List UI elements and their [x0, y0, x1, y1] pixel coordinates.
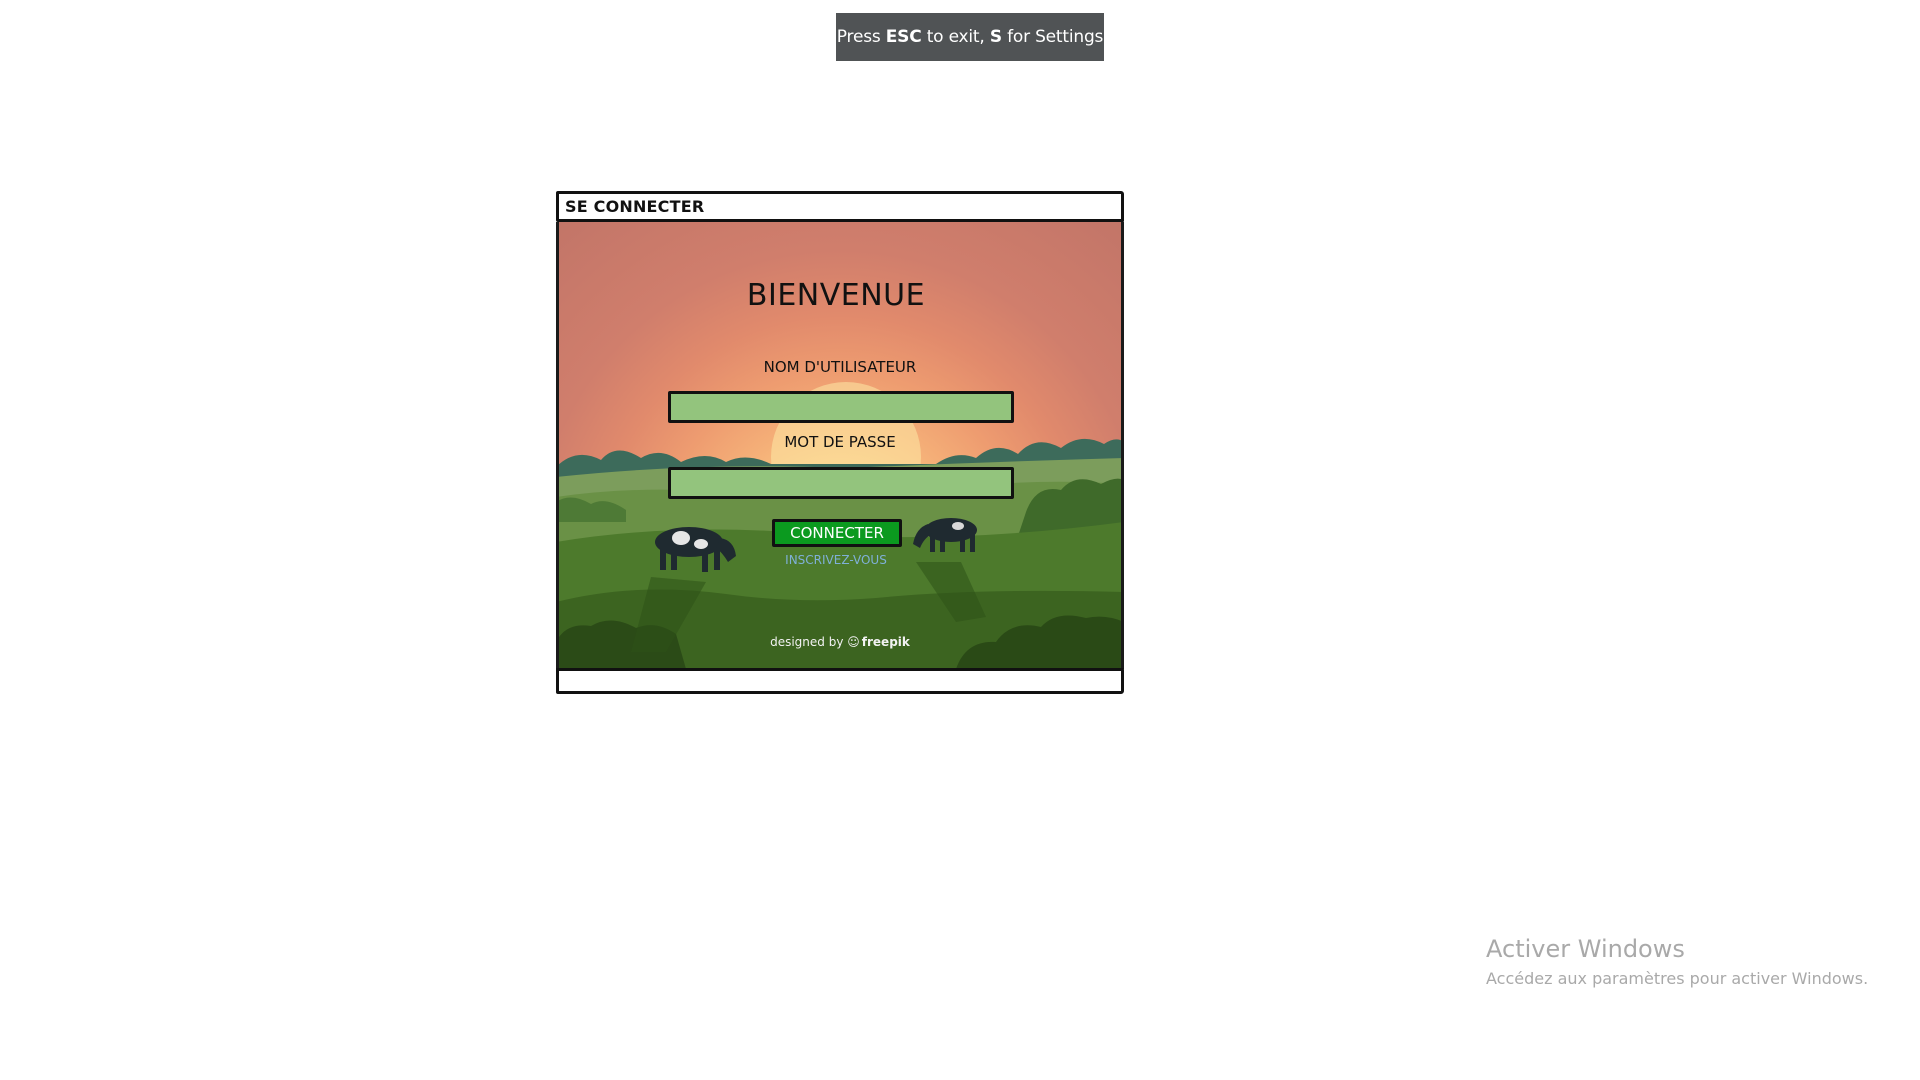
- activation-title: Activer Windows: [1486, 935, 1685, 963]
- login-form: BIENVENUE NOM D'UTILISATEUR MOT DE PASSE…: [556, 222, 1124, 669]
- designer-credit: designed by ☺ freepik: [556, 635, 1124, 649]
- hint-s-text: for Settings: [1007, 27, 1104, 47]
- freepik-logo-icon: ☺: [847, 635, 860, 649]
- credit-brand: freepik: [861, 635, 910, 649]
- window-titlebar: SE CONNECTER: [556, 191, 1124, 222]
- windows-activation-watermark: Activer Windows Accédez aux paramètres p…: [1486, 934, 1868, 991]
- connect-button[interactable]: CONNECTER: [772, 519, 902, 547]
- window-footer-bar: [556, 668, 1124, 694]
- hint-press: Press: [836, 27, 881, 47]
- hint-esc-key: ESC: [885, 27, 922, 47]
- hint-esc-text: to exit,: [926, 27, 985, 47]
- password-input[interactable]: [668, 467, 1014, 499]
- hint-s-key: S: [989, 27, 1002, 47]
- login-window: SE CONNECTER BIENVENUE NOM D'UTILISATEUR…: [556, 191, 1124, 694]
- welcome-heading: BIENVENUE: [746, 278, 926, 313]
- activation-subtitle: Accédez aux paramètres pour activer Wind…: [1486, 969, 1869, 988]
- fullscreen-hint-banner: Press ESC to exit, S for Settings: [836, 13, 1104, 61]
- credit-prefix: designed by: [770, 635, 844, 649]
- password-label: MOT DE PASSE: [784, 433, 896, 451]
- window-title: SE CONNECTER: [565, 197, 705, 216]
- username-label: NOM D'UTILISATEUR: [763, 358, 917, 376]
- username-input[interactable]: [668, 391, 1014, 423]
- register-link[interactable]: INSCRIVEZ-VOUS: [556, 553, 1116, 567]
